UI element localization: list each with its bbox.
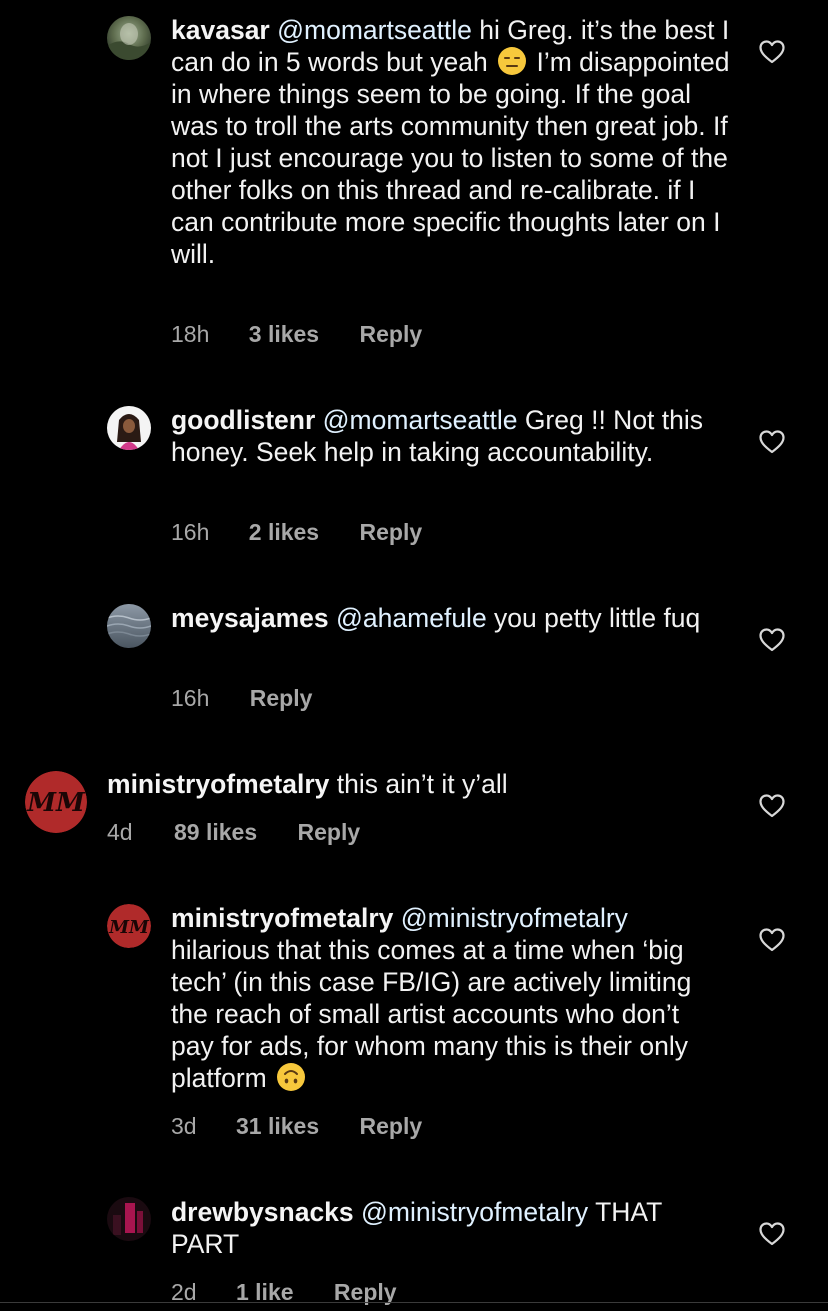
reply-button[interactable]: Reply [360,319,423,349]
heart-icon[interactable] [759,794,785,818]
timestamp: 18h [171,321,210,347]
mention-link[interactable]: @momartseattle [277,15,472,45]
comment-meta: 4d 89 likes Reply [107,817,360,847]
timestamp: 16h [171,685,210,711]
heart-icon[interactable] [759,430,785,454]
likes-count[interactable]: 31 likes [236,1111,319,1141]
avatar-ministryofmetalry-logo: MM [25,771,87,833]
avatar-goodlistenr-image [107,406,151,450]
svg-text:MM: MM [108,917,150,938]
comment-text: ministryofmetalry this ain’t it y’all [107,768,707,800]
heart-icon[interactable] [759,1222,785,1246]
comment-meta: 3d 31 likes Reply [171,1111,422,1141]
heart-icon[interactable] [759,40,785,64]
reply-button[interactable]: Reply [298,817,361,847]
username[interactable]: kavasar [171,15,270,45]
comment-meta: 16h Reply [171,683,312,713]
comment-meta: 18h 3 likes Reply [171,319,422,349]
avatar-meysajames-image [107,604,151,648]
comment-body: this ain’t it y’all [329,769,508,799]
avatar-drewbysnacks-image [107,1197,151,1241]
username[interactable]: goodlistenr [171,405,315,435]
mention-link[interactable]: @ministryofmetalry [401,903,628,933]
timestamp: 16h [171,519,210,545]
timestamp: 3d [171,1113,197,1139]
comment-text: kavasar @momartseattle hi Greg. it’s the… [171,14,731,270]
likes-count[interactable]: 3 likes [249,319,319,349]
upside-down-face-icon [277,1063,306,1091]
username[interactable]: drewbysnacks [171,1197,354,1227]
expressionless-face-icon [498,47,527,75]
avatar-ministryofmetalry[interactable]: MM [25,771,87,833]
likes-count[interactable]: 89 likes [174,817,257,847]
mention-link[interactable]: @momartseattle [323,405,518,435]
comment-text: drewbysnacks @ministryofmetalry THAT PAR… [171,1196,731,1260]
mention-link[interactable]: @ministryofmetalry [361,1197,588,1227]
reply-button[interactable]: Reply [360,1111,423,1141]
avatar-goodlistenr[interactable] [107,406,151,450]
divider [0,1302,828,1303]
avatar-kavasar[interactable] [107,16,151,60]
username[interactable]: meysajames [171,603,329,633]
comment-body: hilarious that this comes at a time when… [171,935,692,1093]
avatar-ministryofmetalry[interactable]: MM [107,904,151,948]
timestamp: 4d [107,819,133,845]
comment-meta: 16h 2 likes Reply [171,517,422,547]
avatar-ministryofmetalry-logo: MM [107,904,151,948]
svg-text:MM: MM [26,788,86,818]
avatar-kavasar-image [107,16,151,60]
comment-text: ministryofmetalry @ministryofmetalry hil… [171,902,711,1094]
avatar-drewbysnacks[interactable] [107,1197,151,1241]
comment-body-continued: I’m disappointed in where things seem to… [171,47,730,269]
reply-button[interactable]: Reply [360,517,423,547]
heart-icon[interactable] [759,628,785,652]
username[interactable]: ministryofmetalry [107,769,329,799]
comment-text: meysajames @ahamefule you petty little f… [171,602,731,634]
heart-icon[interactable] [759,928,785,952]
avatar-meysajames[interactable] [107,604,151,648]
comment-text: goodlistenr @momartseattle Greg !! Not t… [171,404,731,468]
username[interactable]: ministryofmetalry [171,903,393,933]
reply-button[interactable]: Reply [250,683,313,713]
mention-link[interactable]: @ahamefule [336,603,487,633]
comment-body: you petty little fuq [486,603,701,633]
likes-count[interactable]: 2 likes [249,517,319,547]
